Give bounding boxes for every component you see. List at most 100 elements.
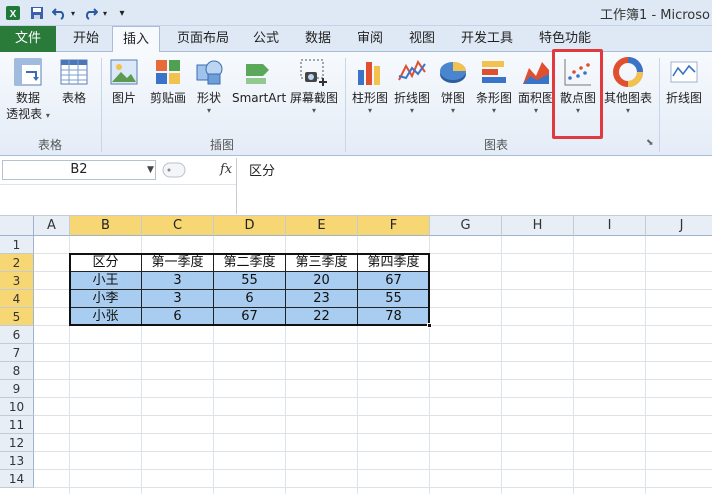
- worksheet-grid[interactable]: ABCDEFGHIJ 1 2 3 4 5 6 7 8 9 10 11 12 13 14 区分 第一季度 第二季…: [0, 216, 712, 494]
- tab-review[interactable]: 审阅: [348, 26, 392, 52]
- table-cell[interactable]: 23: [286, 290, 358, 308]
- redo-dropdown-icon[interactable]: ▾: [100, 4, 110, 22]
- table-cell[interactable]: 6: [142, 308, 214, 326]
- area-chart-button[interactable]: 面积图 ▾: [516, 56, 556, 116]
- tab-developer[interactable]: 开发工具: [452, 26, 522, 52]
- pivot-table-button[interactable]: 数据 透视表 ▾: [6, 56, 50, 122]
- tab-special-features[interactable]: 特色功能: [530, 26, 600, 52]
- table-cell[interactable]: 78: [358, 308, 430, 326]
- formula-input[interactable]: 区分: [236, 158, 712, 214]
- row-header-1[interactable]: 1: [0, 236, 34, 254]
- bar-chart-icon: [482, 61, 506, 83]
- tab-view[interactable]: 视图: [400, 26, 444, 52]
- column-header-f[interactable]: F: [358, 216, 430, 236]
- name-box-dropdown-icon[interactable]: ▼: [147, 165, 154, 175]
- row-header-5[interactable]: 5: [0, 308, 34, 326]
- scatter-chart-button[interactable]: 散点图 ▾: [558, 56, 598, 116]
- pivot-table-label-1: 数据: [15, 91, 40, 105]
- table-header-cell[interactable]: 第二季度: [214, 254, 286, 272]
- column-header-h[interactable]: H: [502, 216, 574, 236]
- formula-bar-resize-handle[interactable]: [162, 160, 186, 180]
- table-cell[interactable]: 67: [358, 272, 430, 290]
- formula-bar: B2 ▼ fx 区分: [0, 156, 712, 216]
- smartart-icon: [246, 64, 269, 84]
- row-header-13[interactable]: 13: [0, 452, 34, 470]
- row-header-12[interactable]: 12: [0, 434, 34, 452]
- row-header-6[interactable]: 6: [0, 326, 34, 344]
- name-box[interactable]: B2: [2, 160, 156, 180]
- table-header-cell[interactable]: 第三季度: [286, 254, 358, 272]
- pie-chart-button[interactable]: 饼图 ▾: [436, 56, 470, 116]
- picture-button[interactable]: 图片: [106, 56, 142, 106]
- insert-function-icon[interactable]: fx: [220, 162, 232, 177]
- bar-chart-button[interactable]: 条形图 ▾: [474, 56, 514, 116]
- column-header-c[interactable]: C: [142, 216, 214, 236]
- column-header-b[interactable]: B: [70, 216, 142, 236]
- line-chart-button[interactable]: 折线图 ▾: [392, 56, 432, 116]
- table-header-cell[interactable]: 区分: [70, 254, 142, 272]
- table-cell[interactable]: 小王: [70, 272, 142, 290]
- formula-bar-divider: [0, 184, 236, 185]
- fill-handle[interactable]: [427, 323, 432, 328]
- row-header-14[interactable]: 14: [0, 470, 34, 488]
- table-cell[interactable]: 3: [142, 272, 214, 290]
- table-icon: [60, 59, 88, 85]
- group-separator: [659, 58, 660, 152]
- row-header-8[interactable]: 8: [0, 362, 34, 380]
- column-header-i[interactable]: I: [574, 216, 646, 236]
- table-cell[interactable]: 55: [214, 272, 286, 290]
- column-header-g[interactable]: G: [430, 216, 502, 236]
- screenshot-button[interactable]: 屏幕截图 ▾: [288, 56, 340, 116]
- pivot-table-icon: [14, 58, 42, 86]
- tab-page-layout[interactable]: 页面布局: [168, 26, 238, 52]
- svg-text:X: X: [10, 9, 17, 20]
- clipart-button[interactable]: 剪贴画: [146, 56, 190, 106]
- table-cell[interactable]: 20: [286, 272, 358, 290]
- tab-file[interactable]: 文件: [0, 26, 56, 52]
- row-header-10[interactable]: 10: [0, 398, 34, 416]
- column-chart-button[interactable]: 柱形图 ▾: [350, 56, 390, 116]
- column-header-a[interactable]: A: [34, 216, 70, 236]
- table-cell[interactable]: 小张: [70, 308, 142, 326]
- table-cell[interactable]: 3: [142, 290, 214, 308]
- row-header-2[interactable]: 2: [0, 254, 34, 272]
- save-icon[interactable]: [28, 4, 46, 22]
- other-charts-button[interactable]: 其他图表 ▾: [602, 56, 654, 116]
- table-button[interactable]: 表格: [56, 56, 92, 106]
- window-title: 工作簿1 - Microso: [600, 8, 710, 23]
- column-header-j[interactable]: J: [646, 216, 712, 236]
- smartart-button[interactable]: SmartArt: [232, 56, 286, 106]
- table-cell[interactable]: 55: [358, 290, 430, 308]
- tab-data[interactable]: 数据: [296, 26, 340, 52]
- screenshot-icon: [300, 59, 327, 86]
- select-all-corner[interactable]: [0, 216, 34, 236]
- table-cell[interactable]: 小李: [70, 290, 142, 308]
- ribbon-tabs: 文件 开始 插入 页面布局 公式 数据 审阅 视图 开发工具 特色功能: [0, 26, 712, 53]
- gridline-vertical: [573, 236, 574, 494]
- tab-formulas[interactable]: 公式: [244, 26, 288, 52]
- table-cell[interactable]: 6: [214, 290, 286, 308]
- table-header-cell[interactable]: 第四季度: [358, 254, 430, 272]
- redo-icon[interactable]: [82, 4, 100, 22]
- undo-icon[interactable]: [50, 4, 68, 22]
- table-cell[interactable]: 22: [286, 308, 358, 326]
- tab-insert[interactable]: 插入: [112, 26, 160, 53]
- row-header-4[interactable]: 4: [0, 290, 34, 308]
- dialog-launcher-icon[interactable]: ⬊: [646, 138, 654, 148]
- column-chart-dropdown-icon: ▾: [367, 106, 372, 115]
- table-header-cell[interactable]: 第一季度: [142, 254, 214, 272]
- sparkline-line-button[interactable]: 折线图: [664, 56, 704, 106]
- row-header-9[interactable]: 9: [0, 380, 34, 398]
- tab-home[interactable]: 开始: [64, 26, 108, 52]
- customize-toolbar-icon[interactable]: ▾: [116, 4, 128, 22]
- shapes-button[interactable]: 形状 ▾: [194, 56, 224, 116]
- undo-dropdown-icon[interactable]: ▾: [68, 4, 78, 22]
- row-header-3[interactable]: 3: [0, 272, 34, 290]
- clipart-label: 剪贴画: [149, 91, 186, 105]
- table-cell[interactable]: 67: [214, 308, 286, 326]
- column-header-e[interactable]: E: [286, 216, 358, 236]
- column-header-d[interactable]: D: [214, 216, 286, 236]
- sparkline-line-label: 折线图: [665, 91, 702, 105]
- row-header-7[interactable]: 7: [0, 344, 34, 362]
- row-header-11[interactable]: 11: [0, 416, 34, 434]
